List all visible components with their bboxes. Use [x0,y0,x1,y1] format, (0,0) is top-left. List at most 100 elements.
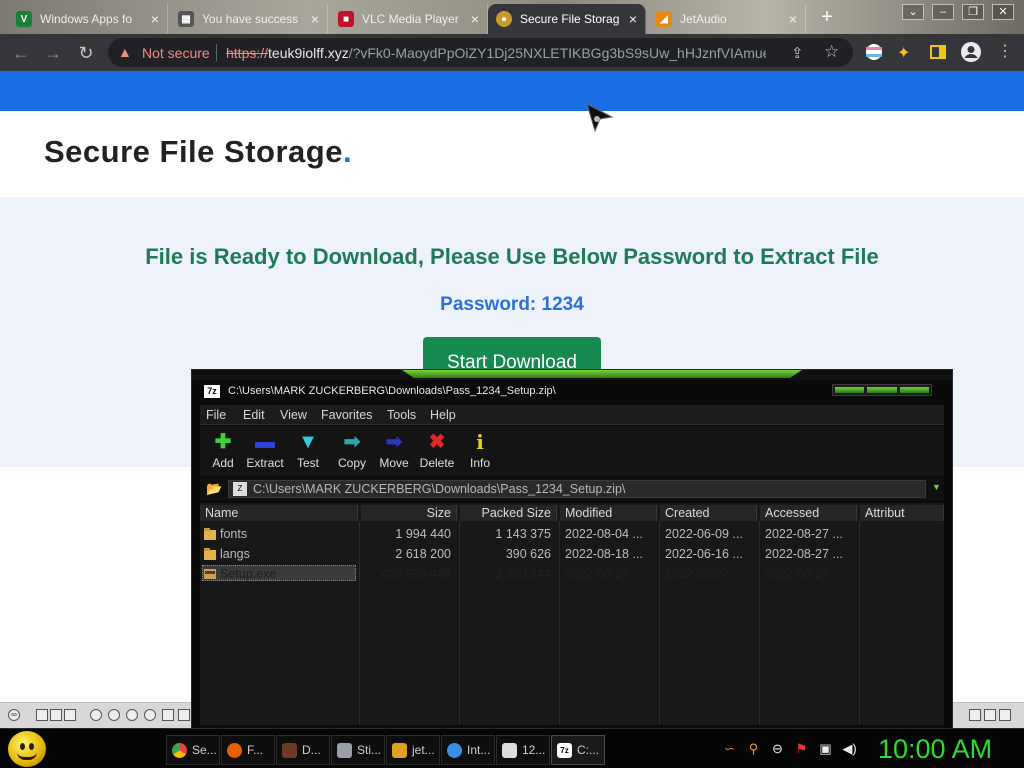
toolbar-icon[interactable] [162,709,174,721]
taskbar-downloader[interactable]: D... [276,735,330,765]
column-header-attributes[interactable]: Attribut [860,505,944,521]
file-created: 2022-06-16 ... [665,547,743,561]
test-button[interactable]: ▼ Test [285,430,331,474]
tab-close-icon[interactable]: × [471,11,479,27]
address-separator [216,44,217,61]
browser-tab-jetaudio[interactable]: ◢ JetAudio × [648,4,806,34]
share-icon[interactable]: ⇪ [791,44,804,62]
tab-close-icon[interactable]: × [629,11,637,27]
copy-button[interactable]: ➡ Copy [329,430,375,474]
maximize-icon[interactable] [867,387,897,393]
reload-icon[interactable]: ↻ [75,42,97,64]
browser-tab-secure-file-storage[interactable]: ● Secure File Storag × [488,4,646,34]
profile-avatar-icon[interactable] [960,41,981,62]
toolbar-icon[interactable] [90,709,102,721]
tray-network-icon[interactable]: ▣ [818,741,833,756]
tray-status-icon[interactable]: ⊖ [770,741,785,756]
path-input[interactable]: Z C:\Users\MARK ZUCKERBERG\Downloads\Pas… [228,480,926,498]
table-row[interactable]: fonts 1 994 440 1 143 375 2022-08-04 ...… [200,524,944,544]
delete-button[interactable]: ✖ Delete [414,430,460,474]
window-frame-accent [402,370,802,378]
forward-arrow-icon[interactable]: → [42,42,64,64]
tray-link-icon[interactable]: ∽ [722,741,737,756]
column-header-size[interactable]: Size [361,505,457,521]
tab-close-icon[interactable]: × [151,11,159,27]
security-indicator[interactable]: Not secure [142,45,210,61]
browser-tab-vlc[interactable]: ■ VLC Media Player × [330,4,488,34]
menu-favorites[interactable]: Favorites [321,408,372,422]
menu-help[interactable]: Help [430,408,456,422]
toolbar-icon[interactable] [178,709,190,721]
sticker-icon [337,742,352,758]
tray-flag-icon[interactable]: ⚑ [794,741,809,756]
toolbar-icon[interactable] [126,709,138,721]
add-button[interactable]: ✚ Add [200,430,246,474]
folder-up-icon[interactable]: 📂 [206,481,222,497]
tray-volume-icon[interactable]: ◀) [842,741,857,756]
menu-view[interactable]: View [280,408,307,422]
close-window-icon[interactable] [899,387,929,393]
table-row[interactable]: langs 2 618 200 390 626 2022-08-18 ... 2… [200,544,944,564]
sevenzip-window[interactable]: 7z C:\Users\MARK ZUCKERBERG\Downloads\Pa… [191,369,953,729]
file-modified: 2022-08-27 ... [565,567,643,581]
minimize-icon[interactable] [835,387,865,393]
file-list[interactable]: Name Size Packed Size Modified Created A… [200,503,944,725]
extensions-puzzle-icon[interactable]: ✦ [897,43,917,63]
tab-close-icon[interactable]: × [789,11,797,27]
menu-file[interactable]: File [206,408,226,422]
move-button[interactable]: ➡ Move [371,430,417,474]
tray-search-icon[interactable]: ⚲ [746,741,761,756]
start-button-smiley-icon[interactable] [8,731,46,767]
back-arrow-icon[interactable]: ← [10,42,32,64]
taskbar: Se... F... D... Sti... jet... Int... 12.… [0,728,1024,768]
browser-tab-windows-apps[interactable]: V Windows Apps fo × [8,4,168,34]
taskbar-sevenzip[interactable]: 7z C:... [551,735,605,765]
link-icon[interactable]: ∞ [8,709,20,721]
info-button[interactable]: i Info [457,430,503,474]
minimize-icon[interactable]: – [932,4,954,20]
taskbar-chrome[interactable]: Se... [166,735,220,765]
taskbar-label: jet... [412,743,435,757]
extract-button[interactable]: ▬ Extract [242,430,288,474]
path-dropdown-icon[interactable]: ▼ [932,482,941,492]
file-size: 1 994 440 [395,527,451,541]
column-header-created[interactable]: Created [660,505,757,521]
toolbar-icon[interactable] [50,709,62,721]
column-header-packed-size[interactable]: Packed Size [460,505,557,521]
taskbar-jetaudio[interactable]: jet... [386,735,440,765]
clock[interactable]: 10:00 AM [878,734,992,765]
bookmark-star-icon[interactable]: ☆ [824,42,839,62]
taskbar-label: D... [302,743,321,757]
site-title[interactable]: Secure File Storage. [44,134,352,170]
column-header-name[interactable]: Name [200,505,358,521]
tab-search-icon[interactable]: ⌄ [902,4,924,20]
toolbar-icon[interactable] [108,709,120,721]
table-row-selected[interactable]: Setup.exe 490 990 448 2 990 544 2022-08-… [200,564,944,584]
toolbar-icon[interactable] [64,709,76,721]
address-bar[interactable]: ▲ Not secure https://teuk9iolff.xyz/?vFk… [108,38,853,67]
tab-close-icon[interactable]: × [311,11,319,27]
minimize-icon[interactable] [969,709,981,721]
window-title-bar[interactable]: 7z C:\Users\MARK ZUCKERBERG\Downloads\Pa… [198,382,946,402]
toolbar-icon[interactable] [144,709,156,721]
taskbar-firefox[interactable]: F... [221,735,275,765]
kebab-menu-icon[interactable]: ⋮ [997,43,1017,63]
menu-tools[interactable]: Tools [387,408,416,422]
taskbar-sticky-notes[interactable]: Sti... [331,735,385,765]
taskbar-internet-explorer[interactable]: Int... [441,735,495,765]
column-header-accessed[interactable]: Accessed [760,505,857,521]
extension-flag-icon[interactable] [865,43,885,63]
toolbar-icon[interactable] [36,709,48,721]
maximize-icon[interactable]: ❐ [962,4,984,20]
taskbar-document[interactable]: 12... [496,735,550,765]
column-header-modified[interactable]: Modified [560,505,657,521]
side-panel-icon[interactable] [929,43,949,63]
close-icon[interactable] [999,709,1011,721]
url-text[interactable]: https://teuk9iolff.xyz/?vFk0-MaoydPpOiZY… [226,45,766,61]
close-window-icon[interactable]: ✕ [992,4,1014,20]
extract-label: Extract [246,456,284,470]
browser-tab-success[interactable]: ▦ You have success × [170,4,328,34]
new-tab-button[interactable]: + [816,6,838,28]
menu-edit[interactable]: Edit [243,408,265,422]
restore-icon[interactable] [984,709,996,721]
